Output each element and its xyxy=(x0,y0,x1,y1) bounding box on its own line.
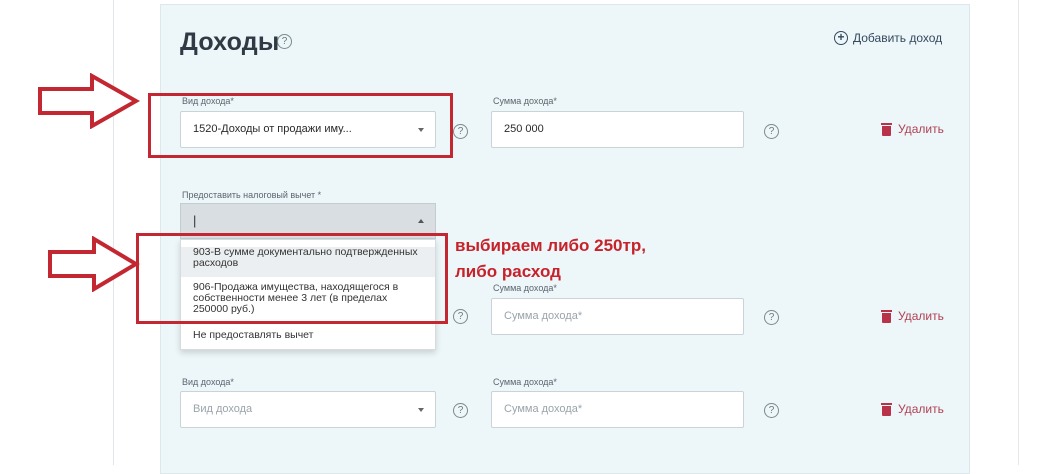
income-amount-label: Сумма дохода* xyxy=(493,377,557,387)
chevron-down-icon xyxy=(418,408,424,412)
add-income-label: Добавить доход xyxy=(853,31,943,45)
highlight-box-income-type xyxy=(148,93,453,158)
deduction-option[interactable]: Не предоставлять вычет xyxy=(181,330,435,344)
arrow-right-icon xyxy=(48,236,140,292)
annotation-line-2: либо расход xyxy=(455,262,561,281)
delete-label: Удалить xyxy=(898,402,944,416)
left-sidebar xyxy=(0,0,113,465)
help-icon[interactable]: ? xyxy=(453,403,468,418)
help-icon[interactable]: ? xyxy=(764,124,779,139)
chevron-up-icon xyxy=(418,219,424,223)
income-amount-input[interactable]: Сумма дохода* xyxy=(491,391,744,428)
delete-income-button[interactable]: Удалить xyxy=(881,402,944,416)
help-icon[interactable]: ? xyxy=(453,124,468,139)
trash-icon xyxy=(881,122,892,136)
income-amount-label: Сумма дохода* xyxy=(493,283,557,293)
income-amount-input[interactable]: 250 000 xyxy=(491,111,744,148)
income-amount-value: 250 000 xyxy=(504,123,544,135)
left-divider xyxy=(113,0,114,465)
income-amount-label: Сумма дохода* xyxy=(493,96,557,106)
income-amount-placeholder: Сумма дохода* xyxy=(504,310,583,322)
income-type-select[interactable]: Вид дохода xyxy=(180,391,436,428)
delete-label: Удалить xyxy=(898,122,944,136)
annotation-line-1: выбираем либо 250тр, xyxy=(455,236,646,255)
deduction-label: Предоставить налоговый вычет * xyxy=(182,190,322,200)
income-amount-placeholder: Сумма дохода* xyxy=(504,403,583,415)
right-divider xyxy=(1018,0,1019,465)
income-type-placeholder: Вид дохода xyxy=(193,403,253,415)
highlight-box-deduction-options xyxy=(136,233,448,324)
add-income-button[interactable]: + Добавить доход xyxy=(834,31,942,45)
section-title: Доходы xyxy=(180,28,280,56)
delete-label: Удалить xyxy=(898,309,944,323)
deduction-value: | xyxy=(193,213,197,228)
help-icon[interactable]: ? xyxy=(277,34,292,49)
trash-icon xyxy=(881,402,892,416)
delete-income-button[interactable]: Удалить xyxy=(881,309,944,323)
income-amount-input[interactable]: Сумма дохода* xyxy=(491,298,744,335)
help-icon[interactable]: ? xyxy=(453,309,468,324)
help-icon[interactable]: ? xyxy=(764,310,779,325)
trash-icon xyxy=(881,309,892,323)
help-icon[interactable]: ? xyxy=(764,403,779,418)
plus-circle-icon: + xyxy=(834,31,848,45)
income-type-label: Вид дохода* xyxy=(182,377,234,387)
delete-income-button[interactable]: Удалить xyxy=(881,122,944,136)
arrow-right-icon xyxy=(38,73,140,129)
